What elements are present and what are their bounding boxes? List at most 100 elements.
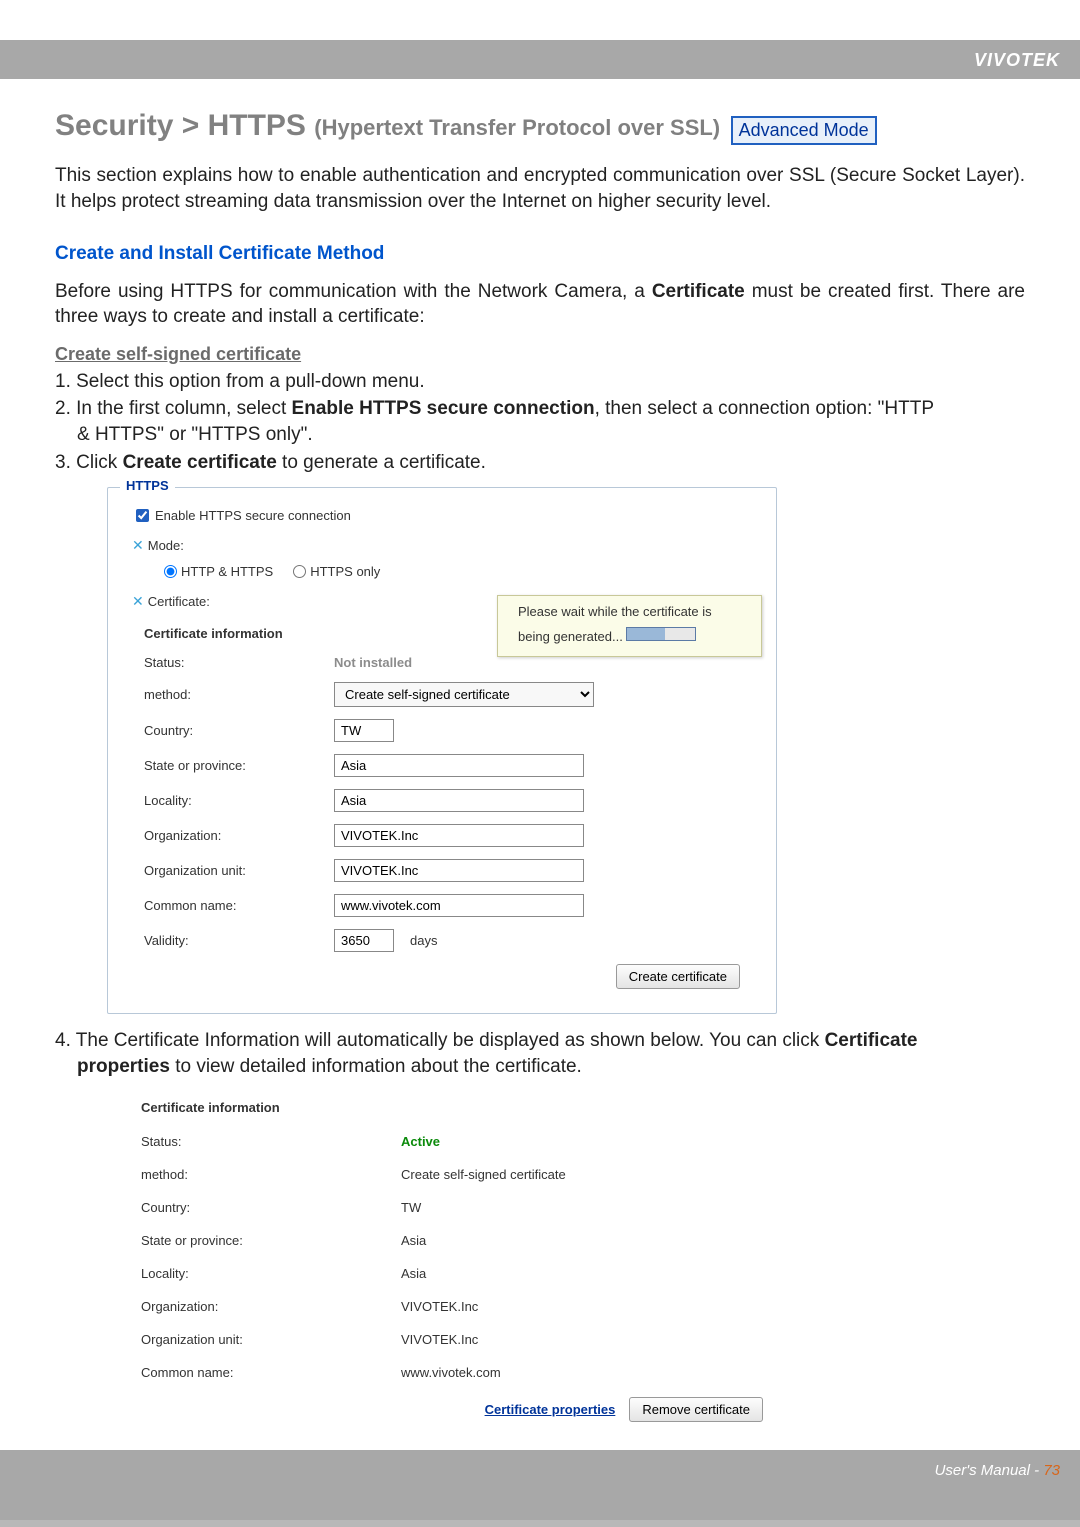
mode-label: Mode: bbox=[148, 538, 184, 553]
panel-legend: HTTPS bbox=[120, 478, 175, 493]
radio-http-https-label: HTTP & HTTPS bbox=[181, 564, 273, 579]
https-panel: HTTPS Enable HTTPS secure connection ✕Mo… bbox=[107, 487, 777, 1014]
step2-line2: & HTTPS" or "HTTPS only". bbox=[55, 422, 1025, 448]
page-content: Security > HTTPS (Hypertext Transfer Pro… bbox=[0, 79, 1080, 1450]
validity-unit: days bbox=[410, 933, 437, 948]
info-cn-value: www.vivotek.com bbox=[401, 1365, 501, 1380]
step4-a: 4. The Certificate Information will auto… bbox=[55, 1030, 825, 1051]
radio-http-https[interactable]: HTTP & HTTPS bbox=[164, 564, 273, 579]
radio-https-only-label: HTTPS only bbox=[310, 564, 380, 579]
brand-logo: VIVOTEK bbox=[974, 50, 1060, 70]
row-country: Country: bbox=[130, 713, 754, 748]
row-state: State or province: bbox=[130, 748, 754, 783]
step-2: 2. In the first column, select Enable HT… bbox=[55, 396, 1025, 447]
certificate-properties-link[interactable]: Certificate properties bbox=[485, 1402, 616, 1417]
radio-https-only-input[interactable] bbox=[293, 565, 306, 578]
enable-https-checkbox[interactable] bbox=[136, 509, 149, 522]
country-input[interactable] bbox=[334, 719, 394, 742]
locality-label: Locality: bbox=[144, 793, 324, 808]
certificate-bold: Certificate bbox=[652, 281, 745, 302]
org-input[interactable] bbox=[334, 824, 584, 847]
radio-http-https-input[interactable] bbox=[164, 565, 177, 578]
certificate-section-label: Certificate: bbox=[148, 594, 210, 609]
info-country-label: Country: bbox=[141, 1200, 401, 1215]
info-status-label: Status: bbox=[141, 1134, 401, 1149]
info-country-value: TW bbox=[401, 1200, 421, 1215]
row-method: method: Create self-signed certificate bbox=[130, 676, 754, 713]
step-3: 3. Click Create certificate to generate … bbox=[55, 450, 1025, 476]
info-state: State or province:Asia bbox=[127, 1224, 777, 1257]
info-org: Organization:VIVOTEK.Inc bbox=[127, 1290, 777, 1323]
info-org-value: VIVOTEK.Inc bbox=[401, 1299, 478, 1314]
info-header: Certificate information bbox=[127, 1090, 777, 1125]
info-locality-value: Asia bbox=[401, 1266, 426, 1281]
status-label: Status: bbox=[144, 655, 324, 670]
advanced-mode-badge: Advanced Mode bbox=[731, 116, 877, 145]
footer-label: User's Manual - bbox=[935, 1462, 1044, 1479]
state-input[interactable] bbox=[334, 754, 584, 777]
orgunit-input[interactable] bbox=[334, 859, 584, 882]
remove-certificate-button[interactable]: Remove certificate bbox=[629, 1397, 763, 1422]
footer-page-number: 73 bbox=[1043, 1462, 1060, 1479]
mode-section: ✕ Mode: bbox=[132, 537, 754, 554]
info-method-label: method: bbox=[141, 1167, 401, 1182]
page-title-main: Security > HTTPS bbox=[55, 109, 314, 142]
chevron-down-icon[interactable]: ✕ bbox=[132, 537, 144, 553]
locality-input[interactable] bbox=[334, 789, 584, 812]
info-org-label: Organization: bbox=[141, 1299, 401, 1314]
org-label: Organization: bbox=[144, 828, 324, 843]
step2-a: 2. In the first column, select bbox=[55, 398, 292, 419]
info-locality-label: Locality: bbox=[141, 1266, 401, 1281]
info-orgunit-value: VIVOTEK.Inc bbox=[401, 1332, 478, 1347]
info-state-label: State or province: bbox=[141, 1233, 401, 1248]
https-panel-screenshot: HTTPS Enable HTTPS secure connection ✕Mo… bbox=[107, 487, 1025, 1014]
section-heading: Create and Install Certificate Method bbox=[55, 243, 1025, 265]
status-value: Not installed bbox=[334, 655, 412, 670]
step3-a: 3. Click bbox=[55, 452, 123, 473]
info-status: Status:Active bbox=[127, 1125, 777, 1158]
page-top-gap bbox=[0, 0, 1080, 40]
steps-list: 1. Select this option from a pull-down m… bbox=[55, 369, 1025, 476]
footer-bar: User's Manual - 73 bbox=[0, 1450, 1080, 1520]
validity-label: Validity: bbox=[144, 933, 324, 948]
info-button-row: Certificate properties Remove certificat… bbox=[127, 1389, 777, 1430]
page-title-line: Security > HTTPS (Hypertext Transfer Pro… bbox=[55, 109, 1025, 145]
info-cn: Common name:www.vivotek.com bbox=[127, 1356, 777, 1389]
cert-info-result-panel: Certificate information Status:Active me… bbox=[127, 1090, 777, 1430]
row-orgunit: Organization unit: bbox=[130, 853, 754, 888]
progress-fill bbox=[627, 628, 664, 640]
create-certificate-button[interactable]: Create certificate bbox=[616, 964, 740, 989]
info-method-value: Create self-signed certificate bbox=[401, 1167, 566, 1182]
info-method: method:Create self-signed certificate bbox=[127, 1158, 777, 1191]
info-orgunit: Organization unit:VIVOTEK.Inc bbox=[127, 1323, 777, 1356]
intro-paragraph: This section explains how to enable auth… bbox=[55, 163, 1025, 214]
step2-bold: Enable HTTPS secure connection bbox=[292, 398, 595, 419]
step-4: 4. The Certificate Information will auto… bbox=[55, 1028, 1025, 1079]
method-label: method: bbox=[144, 687, 324, 702]
method-select[interactable]: Create self-signed certificate bbox=[334, 682, 594, 707]
row-validity: Validity: days bbox=[130, 923, 754, 958]
generating-tooltip: Please wait while the certificate is bei… bbox=[497, 595, 762, 657]
before-text-part1: Before using HTTPS for communication wit… bbox=[55, 281, 652, 302]
mode-radio-row: HTTP & HTTPS HTTPS only bbox=[164, 564, 754, 579]
page-title-sub: (Hypertext Transfer Protocol over SSL) bbox=[314, 115, 720, 140]
header-bar: VIVOTEK bbox=[0, 40, 1080, 79]
step2-b: , then select a connection option: "HTTP bbox=[595, 398, 934, 419]
cn-input[interactable] bbox=[334, 894, 584, 917]
step4-b: to view detailed information about the c… bbox=[170, 1056, 582, 1077]
validity-input[interactable] bbox=[334, 929, 394, 952]
info-locality: Locality:Asia bbox=[127, 1257, 777, 1290]
row-cn: Common name: bbox=[130, 888, 754, 923]
sub-heading: Create self-signed certificate bbox=[55, 344, 1025, 365]
step4-bold2: properties bbox=[77, 1056, 170, 1077]
cn-label: Common name: bbox=[144, 898, 324, 913]
row-org: Organization: bbox=[130, 818, 754, 853]
enable-https-row[interactable]: Enable HTTPS secure connection bbox=[136, 508, 754, 523]
before-text: Before using HTTPS for communication wit… bbox=[55, 279, 1025, 330]
enable-https-label: Enable HTTPS secure connection bbox=[155, 508, 351, 523]
orgunit-label: Organization unit: bbox=[144, 863, 324, 878]
chevron-down-icon[interactable]: ✕ bbox=[132, 593, 144, 609]
step3-bold: Create certificate bbox=[123, 452, 277, 473]
row-locality: Locality: bbox=[130, 783, 754, 818]
radio-https-only[interactable]: HTTPS only bbox=[293, 564, 380, 579]
